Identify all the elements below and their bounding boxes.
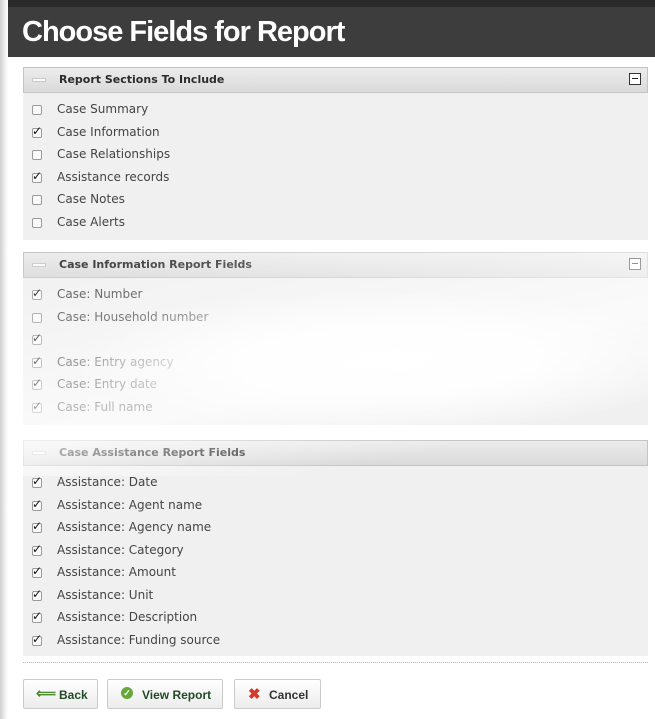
checkbox[interactable] — [32, 124, 42, 138]
checkbox-label: Case: Entry agency — [57, 354, 174, 369]
check-circle-icon: ✓ — [121, 687, 133, 699]
checkbox-label: Case: Entry date — [57, 377, 158, 391]
panel-title: Report Sections To Include — [59, 73, 225, 86]
list-item[interactable]: Assistance: Amount — [23, 562, 648, 585]
checkbox-label: Assistance: Unit — [57, 587, 154, 602]
checkbox[interactable] — [32, 587, 42, 601]
panel-title: Case Information Report Fields — [59, 258, 252, 271]
checkbox[interactable] — [32, 354, 42, 368]
checkbox[interactable] — [32, 564, 42, 578]
checkbox[interactable] — [32, 399, 42, 413]
checkbox[interactable] — [32, 150, 42, 160]
checkbox-label: Case: Household number — [57, 309, 209, 324]
checkbox-label: Case Summary — [57, 102, 149, 116]
collapse-icon[interactable] — [629, 258, 641, 270]
list-item[interactable]: Assistance: Agent name — [23, 495, 648, 518]
list-item[interactable]: Case Relationships — [23, 144, 648, 167]
checkbox-label: Assistance: Agent name — [57, 497, 203, 512]
list-item[interactable]: Case Information — [23, 122, 648, 145]
drag-grip-icon[interactable] — [32, 78, 46, 82]
list-item[interactable]: Case: Number — [23, 284, 648, 307]
checkbox[interactable] — [32, 169, 42, 183]
checkbox-label: Case: Full name — [57, 399, 153, 414]
checkbox-list: Assistance: Date Assistance: Agent name … — [23, 466, 648, 652]
x-icon: ✖ — [248, 686, 261, 703]
checkbox-label: Case Alerts — [57, 214, 125, 229]
checkbox[interactable] — [32, 497, 42, 511]
checkbox-label: Assistance records — [57, 169, 170, 184]
collapse-icon[interactable] — [629, 73, 641, 85]
checkbox-label: Case Notes — [57, 192, 125, 206]
checkbox-label: Assistance: Date — [57, 475, 158, 489]
view-report-button[interactable]: ✓ View Report — [107, 679, 223, 709]
window-edge — [0, 0, 8, 719]
panel-report-sections: Report Sections To Include Case Summary … — [23, 67, 648, 240]
checkbox[interactable] — [32, 376, 42, 390]
list-item[interactable]: Case Alerts — [23, 212, 648, 235]
list-item[interactable]: Case Summary — [23, 99, 648, 122]
panel-case-information-fields: Case Information Report Fields Case: Num… — [23, 252, 648, 425]
checkbox[interactable] — [32, 105, 42, 115]
cancel-button[interactable]: ✖ Cancel — [234, 679, 321, 709]
checkbox-label: Case Information — [57, 124, 160, 139]
checkbox-label: Assistance: Description — [57, 610, 198, 624]
view-report-button-label: View Report — [142, 688, 212, 702]
list-item[interactable]: Assistance: Category — [23, 540, 648, 563]
checkbox-label: Assistance: Funding source — [57, 632, 221, 647]
back-button-label: Back — [59, 688, 88, 702]
panel-header: Case Information Report Fields — [23, 252, 648, 278]
panel-case-assistance-fields: Case Assistance Report Fields Assistance… — [23, 440, 648, 656]
checkbox-label: Case: Number — [57, 287, 143, 301]
checkbox[interactable] — [32, 519, 42, 533]
checkbox[interactable] — [32, 217, 42, 228]
title-bar: Choose Fields for Report — [8, 0, 655, 57]
panel-header: Report Sections To Include — [23, 67, 648, 93]
drag-grip-icon[interactable] — [32, 263, 46, 267]
page-title: Choose Fields for Report — [22, 16, 345, 48]
checkbox-list: Case Summary Case Information Case Relat… — [23, 93, 648, 234]
checkbox[interactable] — [32, 474, 42, 488]
list-item[interactable]: Case Notes — [23, 189, 648, 212]
checkbox[interactable] — [32, 331, 42, 345]
back-button[interactable]: ⟸ Back — [23, 679, 98, 709]
list-item[interactable]: Case: Entry agency — [23, 352, 648, 375]
checkbox[interactable] — [32, 542, 42, 556]
cancel-button-label: Cancel — [269, 688, 309, 702]
checkbox[interactable] — [32, 195, 42, 205]
checkbox[interactable] — [32, 632, 42, 646]
arrow-left-icon: ⟸ — [36, 685, 57, 701]
list-item[interactable]: Assistance: Description — [23, 607, 648, 630]
checkbox[interactable] — [32, 312, 42, 323]
checkbox[interactable] — [32, 609, 42, 623]
list-item[interactable]: Case: Household number — [23, 307, 648, 330]
list-item[interactable]: Assistance: Date — [23, 472, 648, 495]
list-item[interactable]: Case: Full name — [23, 397, 648, 420]
list-item[interactable]: Assistance: Agency name — [23, 517, 648, 540]
drag-grip-icon[interactable] — [32, 451, 46, 455]
list-item[interactable]: Assistance: Funding source — [23, 630, 648, 653]
divider — [23, 662, 648, 663]
list-item[interactable] — [23, 329, 648, 352]
panel-title: Case Assistance Report Fields — [59, 446, 246, 459]
list-item[interactable]: Assistance: Unit — [23, 585, 648, 608]
checkbox-label: Assistance: Category — [57, 542, 184, 557]
checkbox-list: Case: Number Case: Household number Case… — [23, 278, 648, 419]
checkbox-label: Assistance: Amount — [57, 565, 176, 579]
checkbox[interactable] — [32, 286, 42, 300]
checkbox-label: Assistance: Agency name — [57, 520, 212, 534]
list-item[interactable]: Assistance records — [23, 167, 648, 190]
list-item[interactable]: Case: Entry date — [23, 374, 648, 397]
panel-header: Case Assistance Report Fields — [23, 440, 648, 466]
checkbox-label: Case Relationships — [57, 147, 171, 161]
